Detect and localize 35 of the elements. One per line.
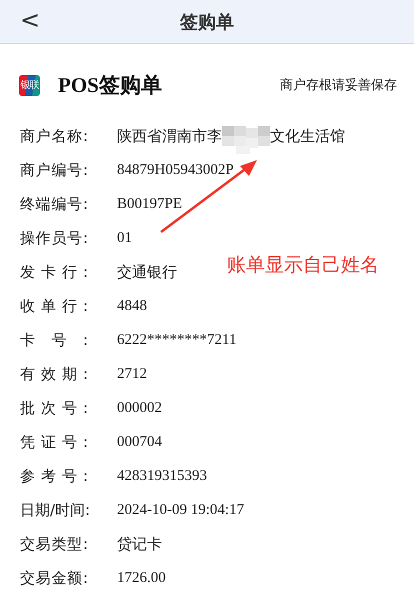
field-value: 000704 (117, 434, 162, 450)
field-value: 84879H05943002P (117, 162, 234, 178)
field-label: 参考号: (20, 466, 88, 486)
page-title: 签购单 (180, 10, 234, 34)
field-label: 日期/时间: (20, 500, 88, 520)
back-button[interactable]: < (16, 6, 44, 34)
field-label: 商户名称: (20, 126, 88, 146)
field-label: 操作员号: (20, 228, 88, 248)
field-value: B00197PE (117, 196, 182, 212)
field-value: 000002 (117, 400, 162, 416)
field-value: 4848 (117, 298, 147, 314)
field-value: 交通银行 (117, 262, 177, 282)
field-value: 文化生活馆 (270, 126, 345, 146)
field-value: 01 (117, 230, 132, 246)
field-value: 贷记卡 (117, 534, 162, 554)
redaction-blur (222, 126, 270, 154)
receipt-note: 商户存根请妥善保存 (280, 77, 397, 94)
annotation-text: 账单显示自己姓名 (227, 253, 379, 278)
field-label: 有效期: (20, 364, 88, 384)
field-label: 交易类型: (20, 534, 88, 554)
field-label: 交易金额: (20, 568, 88, 588)
field-value: 428319315393 (117, 468, 207, 484)
field-label: 发卡行: (20, 262, 88, 282)
field-value: 1726.00 (117, 570, 166, 586)
field-label: 卡号: (20, 330, 88, 350)
receipt-title: POS签购单 (58, 72, 162, 99)
field-value: 2712 (117, 366, 147, 382)
field-label: 商户编号: (20, 160, 88, 180)
field-label: 终端编号: (20, 194, 88, 214)
field-label: 收单行: (20, 296, 88, 316)
field-value: 6222********7211 (117, 332, 236, 348)
field-value: 2024-10-09 19:04:17 (117, 502, 244, 518)
field-label: 凭证号: (20, 432, 88, 452)
field-value: 陕西省渭南市李 (117, 126, 222, 146)
field-label: 批次号: (20, 398, 88, 418)
